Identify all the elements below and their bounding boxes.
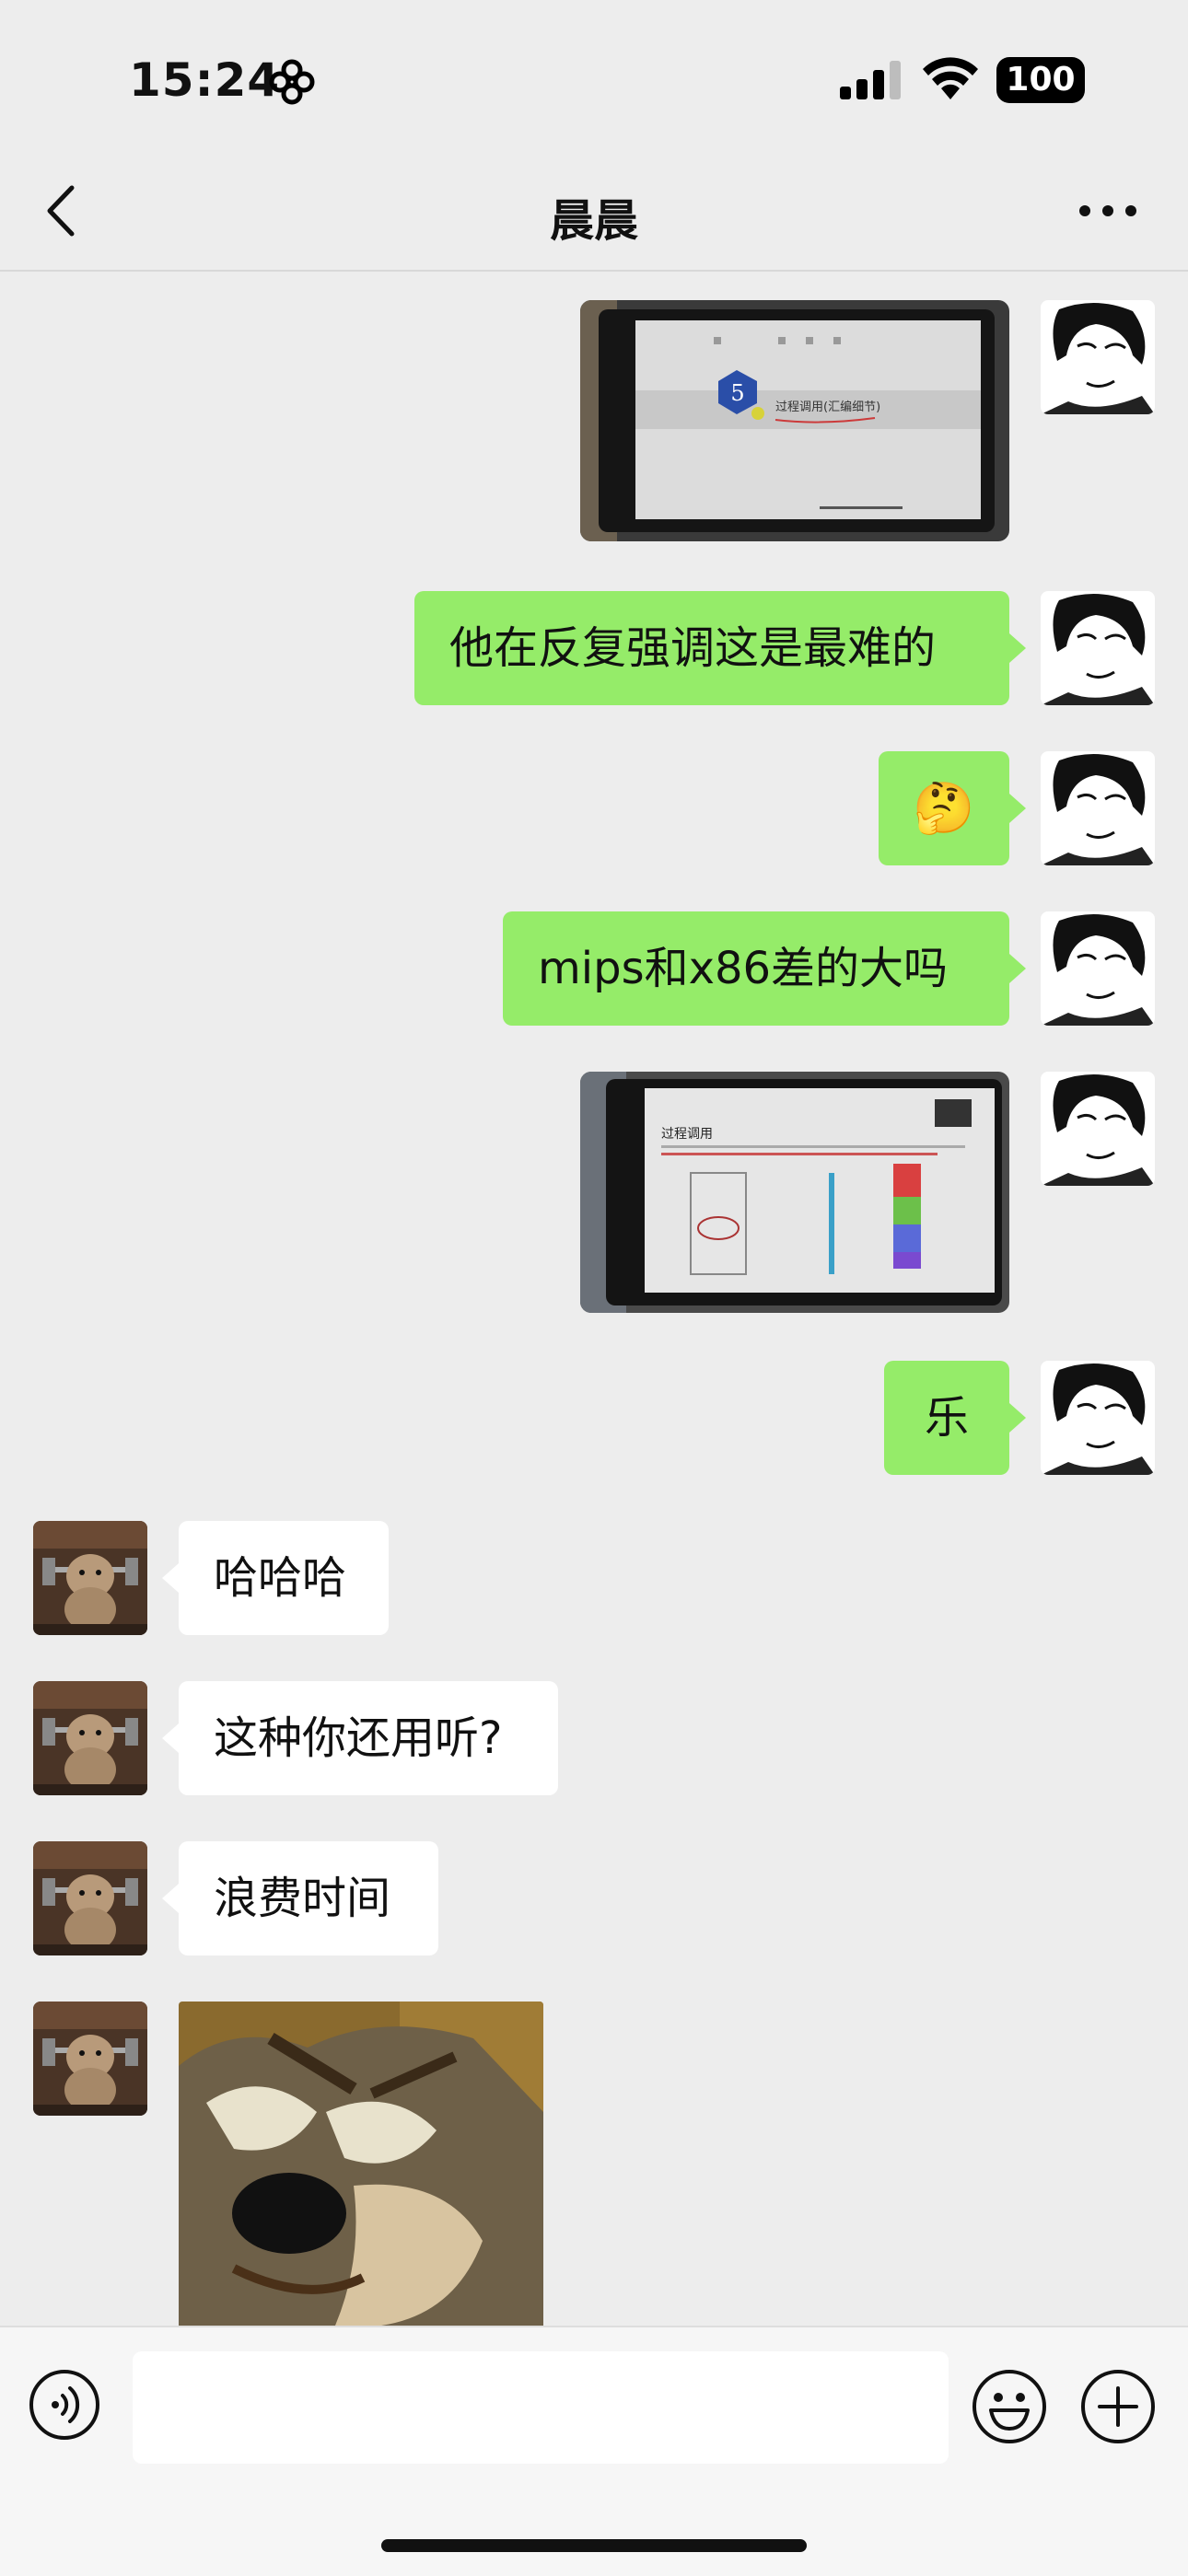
wifi-icon: [923, 57, 978, 99]
avatar-manga-face-image: [1041, 751, 1155, 865]
message-image-slide-procedure-call[interactable]: 过程调用: [580, 1072, 1009, 1313]
slide2-title: 过程调用: [661, 1127, 713, 1142]
message-bubble-incoming[interactable]: 浪费时间: [179, 1841, 438, 1955]
slide-title: 过程调用(汇编细节): [775, 400, 880, 414]
contact-avatar[interactable]: [33, 1681, 147, 1795]
my-avatar[interactable]: [1041, 1072, 1155, 1186]
bubble-tail: [162, 1884, 179, 1913]
chat-title: 晨晨: [549, 195, 638, 247]
message-input[interactable]: [133, 2351, 949, 2464]
bubble-tail: [1009, 1403, 1026, 1433]
contact-avatar[interactable]: [33, 2002, 147, 2116]
avatar-cat-photo-image: [33, 1841, 147, 1955]
contact-avatar[interactable]: [33, 1841, 147, 1955]
battery-tip: [1077, 70, 1085, 88]
message-bubble-outgoing[interactable]: 乐: [884, 1361, 1009, 1475]
my-avatar[interactable]: [1041, 751, 1155, 865]
message-sticker-cartoon-cat[interactable]: [179, 2002, 543, 2326]
my-avatar[interactable]: [1041, 1361, 1155, 1475]
avatar-cat-photo-image: [33, 1521, 147, 1635]
tablet-photo-image: 5 过程调用(汇编细节): [580, 300, 1009, 541]
message-bubble-incoming[interactable]: 这种你还用听?: [179, 1681, 558, 1795]
status-time: 15:24: [129, 53, 281, 107]
avatar-cat-photo-image: [33, 2002, 147, 2116]
slide-number: 5: [730, 380, 744, 406]
contact-avatar[interactable]: [33, 1521, 147, 1635]
cellular-signal-icon: [840, 61, 901, 99]
emoji-icon[interactable]: [971, 2368, 1048, 2445]
my-avatar[interactable]: [1041, 300, 1155, 414]
my-avatar[interactable]: [1041, 911, 1155, 1026]
avatar-manga-face-image: [1041, 1361, 1155, 1475]
bubble-tail: [162, 1723, 179, 1753]
chat-header: 晨晨: [0, 157, 1188, 272]
bubble-tail: [162, 1563, 179, 1593]
bubble-tail: [1009, 633, 1026, 663]
avatar-manga-face-image: [1041, 591, 1155, 705]
avatar-manga-face-image: [1041, 300, 1155, 414]
status-bar: 15:24 100: [0, 0, 1188, 157]
battery-icon: 100: [996, 57, 1085, 103]
avatar-manga-face-image: [1041, 911, 1155, 1026]
message-bubble-outgoing[interactable]: 他在反复强调这是最难的: [414, 591, 1009, 705]
message-bubble-outgoing[interactable]: mips和x86差的大吗: [503, 911, 1009, 1026]
message-bubble-emoji[interactable]: 🤔: [879, 751, 1009, 865]
my-avatar[interactable]: [1041, 591, 1155, 705]
bubble-tail: [1009, 954, 1026, 983]
home-indicator[interactable]: [381, 2539, 807, 2552]
message-image-slide-5[interactable]: 5 过程调用(汇编细节): [580, 300, 1009, 541]
more-dots-icon[interactable]: [1077, 197, 1138, 225]
avatar-manga-face-image: [1041, 1072, 1155, 1186]
plus-icon[interactable]: [1079, 2368, 1157, 2445]
message-bubble-incoming[interactable]: 哈哈哈: [179, 1521, 389, 1635]
voice-icon[interactable]: [28, 2368, 101, 2442]
avatar-cat-photo-image: [33, 1681, 147, 1795]
sticker-cartoon-cat-image: [179, 2002, 543, 2326]
bubble-tail: [1009, 794, 1026, 823]
tablet-photo-image: 过程调用: [580, 1072, 1009, 1313]
battery-level: 100: [1006, 61, 1076, 99]
focus-flower-icon: [269, 59, 315, 105]
